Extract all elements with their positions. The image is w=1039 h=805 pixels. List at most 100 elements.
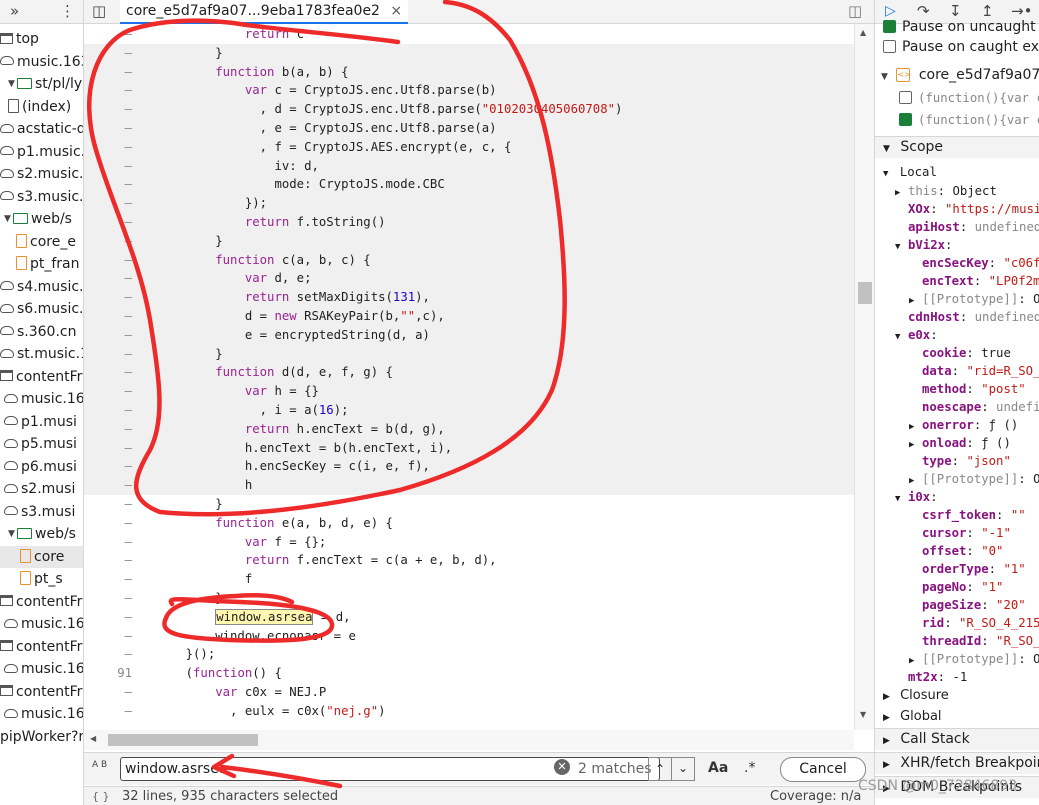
tree-item[interactable]: top [0, 28, 83, 51]
checkbox-icon[interactable] [883, 39, 896, 53]
code-line[interactable]: – var d, e; [84, 269, 854, 289]
code-line[interactable]: – , f = CryptoJS.AES.encrypt(e, c, { [84, 137, 854, 157]
line-number[interactable]: – [84, 326, 132, 345]
tree-item[interactable]: p5.musi [0, 433, 83, 456]
pause-uncaught-option[interactable]: Pause on uncaught e [883, 18, 1039, 36]
scope-variable[interactable]: data: "rid=R_SO_4 [909, 362, 1039, 380]
line-number[interactable]: – [84, 288, 132, 307]
scope-variable[interactable]: cursor: "-1" [909, 524, 1011, 542]
line-number[interactable]: – [84, 645, 132, 664]
scope-variable[interactable]: rid: "R_SO_4_2158 [909, 614, 1039, 632]
line-number[interactable]: – [84, 138, 132, 157]
expand-arrow-icon[interactable]: ▼ [8, 73, 17, 95]
code-line[interactable]: – h [84, 476, 854, 495]
checkbox-checked-icon[interactable] [899, 113, 912, 126]
expand-arrow-icon[interactable]: ▼ [895, 490, 908, 508]
code-line[interactable]: – return c [84, 25, 854, 44]
clear-search-icon[interactable]: ✕ [554, 759, 570, 775]
tree-item[interactable]: contentFra [0, 591, 83, 614]
tab-core-file[interactable]: core_e5d7af9a07...9eba1783fea0e2 × [120, 0, 409, 24]
line-number[interactable]: – [84, 232, 132, 251]
tree-item[interactable]: music.16 [0, 613, 83, 636]
global-row[interactable]: ▶ Global [883, 708, 942, 727]
line-number[interactable]: – [84, 439, 132, 458]
scope-variable[interactable]: method: "post" [909, 380, 1026, 398]
code-line[interactable]: – return f.encText = c(a + e, b, d), [84, 551, 854, 570]
tree-item[interactable]: contentFra [0, 366, 83, 389]
tree-item[interactable]: s.360.cn [0, 321, 83, 344]
line-number[interactable]: – [84, 401, 132, 420]
scope-variable[interactable]: ▼ i0x: [895, 488, 938, 508]
tree-item[interactable]: p6.musi [0, 456, 83, 479]
editor-horizontal-scrollbar[interactable]: ◀ [84, 730, 854, 750]
code-line[interactable]: 91 (function() { [84, 664, 854, 683]
checkbox-icon[interactable] [899, 91, 912, 104]
scope-variable[interactable]: ▶ onerror: ƒ () [909, 416, 1018, 436]
code-line[interactable]: – function c(a, b, c) { [84, 250, 854, 270]
code-line[interactable]: – var h = {} [84, 382, 854, 401]
line-number[interactable]: – [84, 44, 132, 63]
code-editor[interactable]: – return c – } – function b(a, b) {– var c… [84, 24, 854, 752]
code-line[interactable]: – }); [84, 194, 854, 213]
code-line[interactable]: – window.ecnonasr = e [84, 627, 854, 646]
tree-item[interactable]: p1.music.1 [0, 141, 83, 164]
scope-variable[interactable]: type: "json" [909, 452, 1011, 470]
code-line[interactable]: – , d = CryptoJS.enc.Utf8.parse("0102030… [84, 100, 854, 119]
code-line[interactable]: – } [84, 231, 854, 251]
tree-item[interactable]: ▼ web/s [0, 523, 83, 546]
code-line[interactable]: – } [84, 43, 854, 63]
code-line[interactable]: – return h.encText = b(d, g), [84, 419, 854, 439]
checkbox-checked-icon[interactable] [883, 19, 896, 33]
previous-match-button[interactable]: ⌃ [648, 757, 672, 781]
tree-item[interactable]: core [0, 545, 83, 568]
call-stack-header[interactable]: ▶ Call Stack [875, 728, 1039, 750]
scope-variable[interactable]: ▶[[Prototype]]: Ob [909, 650, 1039, 670]
line-number[interactable]: – [84, 119, 132, 138]
tree-item[interactable]: s4.music.1 [0, 276, 83, 299]
line-number[interactable]: – [84, 345, 132, 364]
line-number[interactable]: – [84, 589, 132, 608]
code-line[interactable]: – return setMaxDigits(131), [84, 288, 854, 307]
line-number[interactable]: – [84, 457, 132, 476]
pause-caught-option[interactable]: Pause on caught exce [883, 38, 1039, 56]
tree-item[interactable]: music.16 [0, 703, 83, 726]
scope-variable[interactable]: pageSize: "20" [909, 596, 1026, 614]
more-options-icon[interactable]: ⋮ [60, 2, 75, 20]
code-line[interactable]: – h.encSecKey = c(i, e, f), [84, 457, 854, 477]
scroll-thumb[interactable] [858, 282, 872, 304]
code-line[interactable]: – h.encText = b(h.encText, i), [84, 438, 854, 458]
tree-item[interactable]: (index) [0, 96, 83, 119]
scope-variable[interactable]: XOx: "https://music [895, 200, 1039, 218]
breakpoint-item[interactable]: (function(){var c0 [899, 89, 1039, 107]
scope-variable[interactable]: ▼ e0x: [895, 326, 938, 346]
scroll-down-icon[interactable]: ▼ [860, 710, 866, 719]
tree-item[interactable]: s2.music.1 [0, 163, 83, 186]
scope-variable[interactable]: encSecKey: "c06f [909, 254, 1039, 272]
tree-item[interactable]: ▼ web/s [0, 208, 83, 231]
expand-arrow-icon[interactable]: ▼ [4, 208, 13, 230]
scope-variable[interactable]: orderType: "1" [909, 560, 1026, 578]
line-number[interactable]: – [84, 476, 132, 495]
code-line[interactable]: – }(); [84, 645, 854, 664]
toggle-debugger-icon[interactable]: ◫ [848, 2, 862, 20]
scope-variable[interactable]: mt2x: -1 [895, 668, 967, 686]
scroll-up-icon[interactable]: ▲ [860, 28, 866, 37]
line-number[interactable]: – [84, 420, 132, 439]
code-line[interactable]: – iv: d, [84, 156, 854, 176]
line-number[interactable]: – [84, 683, 132, 702]
code-line[interactable]: – d = new RSAKeyPair(b,"",c), [84, 307, 854, 326]
scope-variable[interactable]: threadId: "R_SO_ [909, 632, 1039, 650]
scope-variable[interactable]: cdnHost: undefined [895, 308, 1039, 326]
editor-vertical-scrollbar[interactable]: ▲ ▼ [854, 24, 874, 730]
code-line[interactable]: – , i = a(16); [84, 401, 854, 420]
replace-toggle-icon[interactable]: A B [92, 761, 108, 770]
expand-arrow-icon[interactable]: ▼ [895, 328, 908, 346]
code-line[interactable]: – window.asrsea = d, [84, 608, 854, 627]
code-line[interactable]: – var f = {}; [84, 533, 854, 552]
expand-arrow-icon[interactable]: ▼ [8, 523, 17, 545]
tree-item[interactable]: s2.musi [0, 478, 83, 501]
code-line[interactable]: – e = encryptedString(d, a) [84, 325, 854, 345]
line-number[interactable]: – [84, 269, 132, 288]
line-number[interactable]: – [84, 194, 132, 213]
tree-item[interactable]: music.16 [0, 658, 83, 681]
